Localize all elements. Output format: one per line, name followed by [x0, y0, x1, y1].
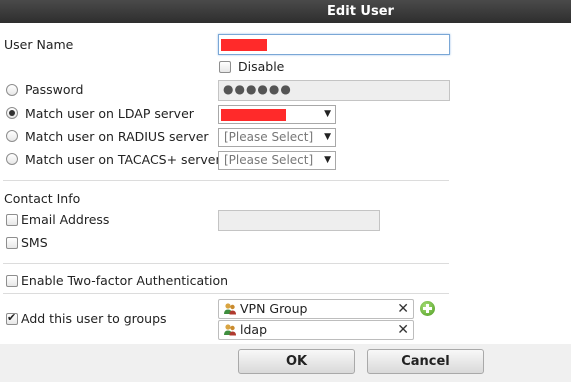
chevron-down-icon: ▼ — [324, 155, 331, 165]
section-divider — [3, 180, 449, 181]
chevron-down-icon: ▼ — [324, 109, 331, 119]
group-name: ldap — [240, 322, 268, 337]
radius-label: Match user on RADIUS server — [25, 129, 209, 144]
email-label: Email Address — [21, 212, 110, 227]
chevron-down-icon: ▼ — [324, 132, 331, 142]
dialog-title-bar: Edit User — [0, 0, 571, 23]
two-factor-checkbox[interactable] — [6, 275, 18, 287]
radius-radio[interactable] — [6, 130, 18, 142]
dialog-footer: OK Cancel — [0, 344, 571, 382]
ok-button[interactable]: OK — [238, 349, 355, 374]
add-to-groups-checkbox[interactable] — [6, 311, 18, 325]
close-icon[interactable]: ✕ — [397, 321, 409, 339]
add-icon[interactable] — [420, 301, 435, 316]
disable-checkbox[interactable] — [219, 61, 231, 73]
email-checkbox[interactable] — [6, 214, 18, 226]
cancel-button[interactable]: Cancel — [367, 349, 484, 374]
email-field[interactable] — [218, 210, 380, 231]
dialog-title: Edit User — [327, 4, 394, 19]
section-divider — [3, 293, 449, 294]
ldap-server-select[interactable]: ▼ — [218, 105, 336, 124]
group-tag: VPN Group ✕ — [218, 299, 414, 319]
redacted-ldap-server — [221, 109, 286, 121]
section-divider — [3, 263, 449, 264]
tacacs-label: Match user on TACACS+ server — [25, 152, 221, 167]
radius-server-select[interactable]: [Please Select] ▼ — [218, 128, 336, 147]
ldap-radio[interactable] — [6, 107, 18, 119]
close-icon[interactable]: ✕ — [397, 300, 409, 318]
ldap-label: Match user on LDAP server — [25, 106, 194, 121]
user-group-icon — [224, 324, 236, 336]
user-name-input[interactable] — [218, 34, 450, 55]
two-factor-label: Enable Two-factor Authentication — [21, 273, 229, 288]
contact-info-heading: Contact Info — [4, 191, 81, 206]
tacacs-server-select[interactable]: [Please Select] ▼ — [218, 151, 336, 170]
tacacs-select-value: [Please Select] — [224, 153, 314, 167]
password-field[interactable]: ●●●●●● — [218, 80, 450, 101]
add-to-groups-label: Add this user to groups — [21, 311, 167, 326]
group-name: VPN Group — [240, 301, 308, 316]
sms-checkbox[interactable] — [6, 237, 18, 249]
radius-select-value: [Please Select] — [224, 130, 314, 144]
disable-label: Disable — [238, 59, 285, 74]
user-name-label: User Name — [4, 37, 74, 52]
password-label: Password — [25, 82, 84, 97]
sms-label: SMS — [21, 235, 48, 250]
redacted-user-name — [221, 39, 267, 51]
password-mask: ●●●●●● — [223, 82, 292, 96]
password-radio[interactable] — [6, 84, 18, 96]
user-group-icon — [224, 303, 236, 315]
tacacs-radio[interactable] — [6, 153, 18, 165]
group-tag: ldap ✕ — [218, 320, 414, 340]
